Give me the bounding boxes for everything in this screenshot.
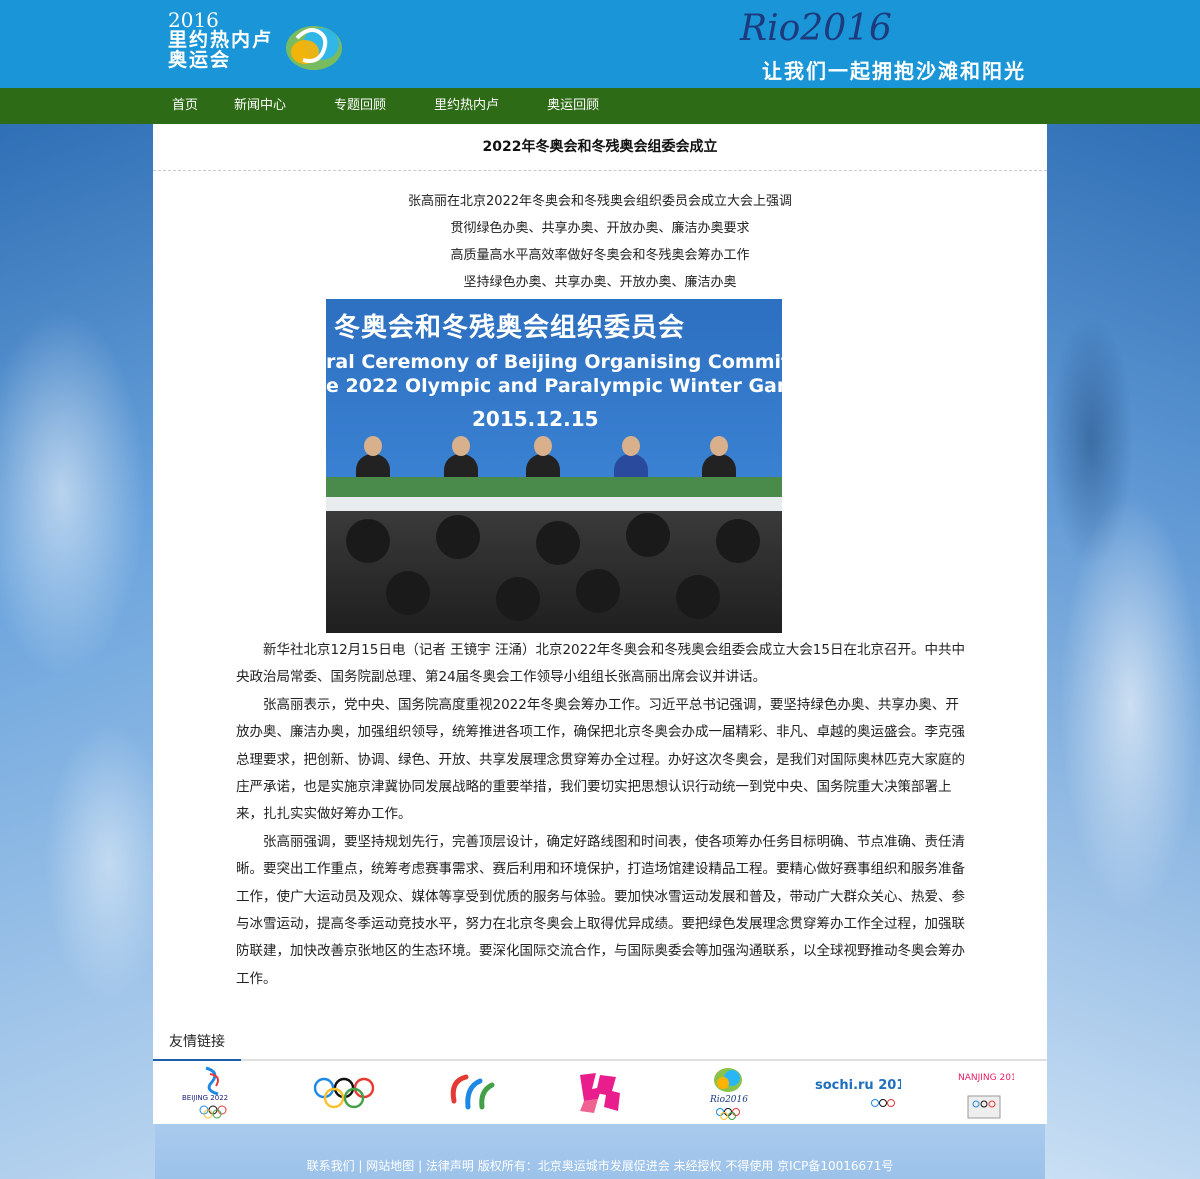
article-photo: 冬奥会和冬残奥会组织委员会 ral Ceremony of Beijing Or…	[326, 299, 782, 633]
london-2012-logo-icon	[580, 1072, 620, 1113]
rio-emblem-icon	[286, 26, 342, 70]
nav-item-olympic-review[interactable]: 奥运回顾	[547, 88, 625, 124]
link-rio-2016[interactable]: Rio2016	[673, 1061, 783, 1124]
subtitle-line: 高质量高水平高效率做好冬奥会和冬残奥会筹办工作	[450, 248, 750, 263]
audience-head	[436, 515, 480, 559]
nav-item-home[interactable]: 首页	[172, 88, 224, 124]
audience-head	[576, 569, 620, 613]
site-header: 2016 里约热内卢 奥运会 Rio2016 让我们一起拥抱沙滩和阳光	[0, 0, 1200, 88]
subtitle-line: 张高丽在北京2022年冬奥会和冬残奥会组织委员会成立大会上强调	[407, 194, 793, 209]
photo-tablecloth	[326, 497, 782, 511]
background-great-wall-right	[1045, 124, 1200, 1179]
audience-head	[536, 521, 580, 565]
sochi-2014-logo-icon: sochi.ru 2014	[815, 1078, 901, 1107]
background-mountain-left	[0, 124, 155, 1179]
banner-chinese-text: 冬奥会和冬残奥会组织委员会	[334, 313, 686, 343]
photo-audience	[326, 511, 782, 633]
article-paragraph: 张高丽表示，党中央、国务院高度重视2022年冬奥会筹办工作。习近平总书记强调，要…	[236, 696, 965, 823]
link-nanjing-2014[interactable]: NANJING 2014	[929, 1061, 1039, 1124]
audience-head	[346, 519, 390, 563]
site-footer: 联系我们 | 网站地图 | 法律声明 版权所有：北京奥运城市发展促进会 未经授权…	[306, 1159, 894, 1173]
nanjing-2014-logo-icon: NANJING 2014	[958, 1073, 1014, 1118]
audience-head	[626, 513, 670, 557]
friend-links-logos: BEIJING 2022 Rio2016 sochi.ru 201 NANJIN…	[153, 1061, 1047, 1124]
subtitle-line: 贯彻绿色办奥、共享办奥、开放办奥、廉洁办奥要求	[450, 221, 750, 236]
article-paragraph: 新华社北京12月15日电（记者 王镜宇 汪涌）北京2022年冬奥会和冬残奥会组委…	[236, 642, 965, 686]
audience-head	[716, 519, 760, 563]
rio2016-brand: Rio2016	[740, 8, 892, 49]
rio-2016-logo-icon: Rio2016	[709, 1067, 748, 1120]
subtitle-line: 坚持绿色办奥、共享办奥、开放办奥、廉洁办奥	[463, 275, 737, 290]
main-nav: 首页 新闻中心 专题回顾 里约热内卢 奥运回顾	[0, 88, 1200, 124]
link-paralympic[interactable]	[417, 1061, 527, 1124]
friend-links-title: 友情链接	[153, 1026, 241, 1061]
svg-text:sochi.ru 2014: sochi.ru 2014	[815, 1078, 901, 1093]
link-olympic-committee[interactable]	[289, 1061, 399, 1124]
nav-item-rio[interactable]: 里约热内卢	[434, 88, 525, 124]
paralympic-agitos-icon	[450, 1074, 495, 1109]
olympic-rings-icon	[313, 1077, 375, 1108]
nav-item-news[interactable]: 新闻中心	[234, 88, 312, 124]
logo-line-1: 里约热内卢	[168, 29, 274, 51]
friend-links-header: 友情链接	[153, 1026, 1047, 1061]
nav-item-topics[interactable]: 专题回顾	[334, 88, 412, 124]
article-container: 2022年冬奥会和冬残奥会组委会成立 张高丽在北京2022年冬奥会和冬残奥会组织…	[153, 124, 1047, 1124]
article-subtitles: 张高丽在北京2022年冬奥会和冬残奥会组织委员会成立大会上强调 贯彻绿色办奥、共…	[153, 188, 1047, 296]
audience-head	[496, 577, 540, 621]
article-title: 2022年冬奥会和冬残奥会组委会成立	[153, 124, 1047, 171]
banner-english-line-1: ral Ceremony of Beijing Organising Commi…	[326, 351, 782, 373]
link-beijing-2022[interactable]: BEIJING 2022	[161, 1061, 271, 1124]
article-body: 新华社北京12月15日电（记者 王镜宇 汪涌）北京2022年冬奥会和冬残奥会组委…	[236, 637, 966, 993]
banner-english-line-2: e 2022 Olympic and Paralympic Winter Gam	[326, 375, 782, 397]
beijing-2022-logo-icon: BEIJING 2022	[182, 1066, 228, 1118]
svg-text:Rio2016: Rio2016	[709, 1095, 748, 1105]
audience-head	[386, 571, 430, 615]
banner-date: 2015.12.15	[472, 407, 599, 431]
svg-text:BEIJING 2022: BEIJING 2022	[182, 1094, 228, 1102]
link-sochi-2014[interactable]: sochi.ru 2014	[801, 1061, 911, 1124]
logo-year: 2016	[168, 8, 219, 32]
link-london-2012[interactable]	[545, 1061, 655, 1124]
svg-text:NANJING 2014: NANJING 2014	[958, 1073, 1014, 1083]
site-logo-text[interactable]: 2016 里约热内卢 奥运会	[168, 10, 273, 71]
logo-line-2: 奥运会	[168, 48, 232, 71]
article-paragraph: 张高丽强调，要坚持规划先行，完善顶层设计，确定好路线图和时间表，使各项筹办任务目…	[236, 833, 965, 987]
audience-head	[676, 575, 720, 619]
header-slogan: 让我们一起拥抱沙滩和阳光	[762, 59, 1026, 83]
